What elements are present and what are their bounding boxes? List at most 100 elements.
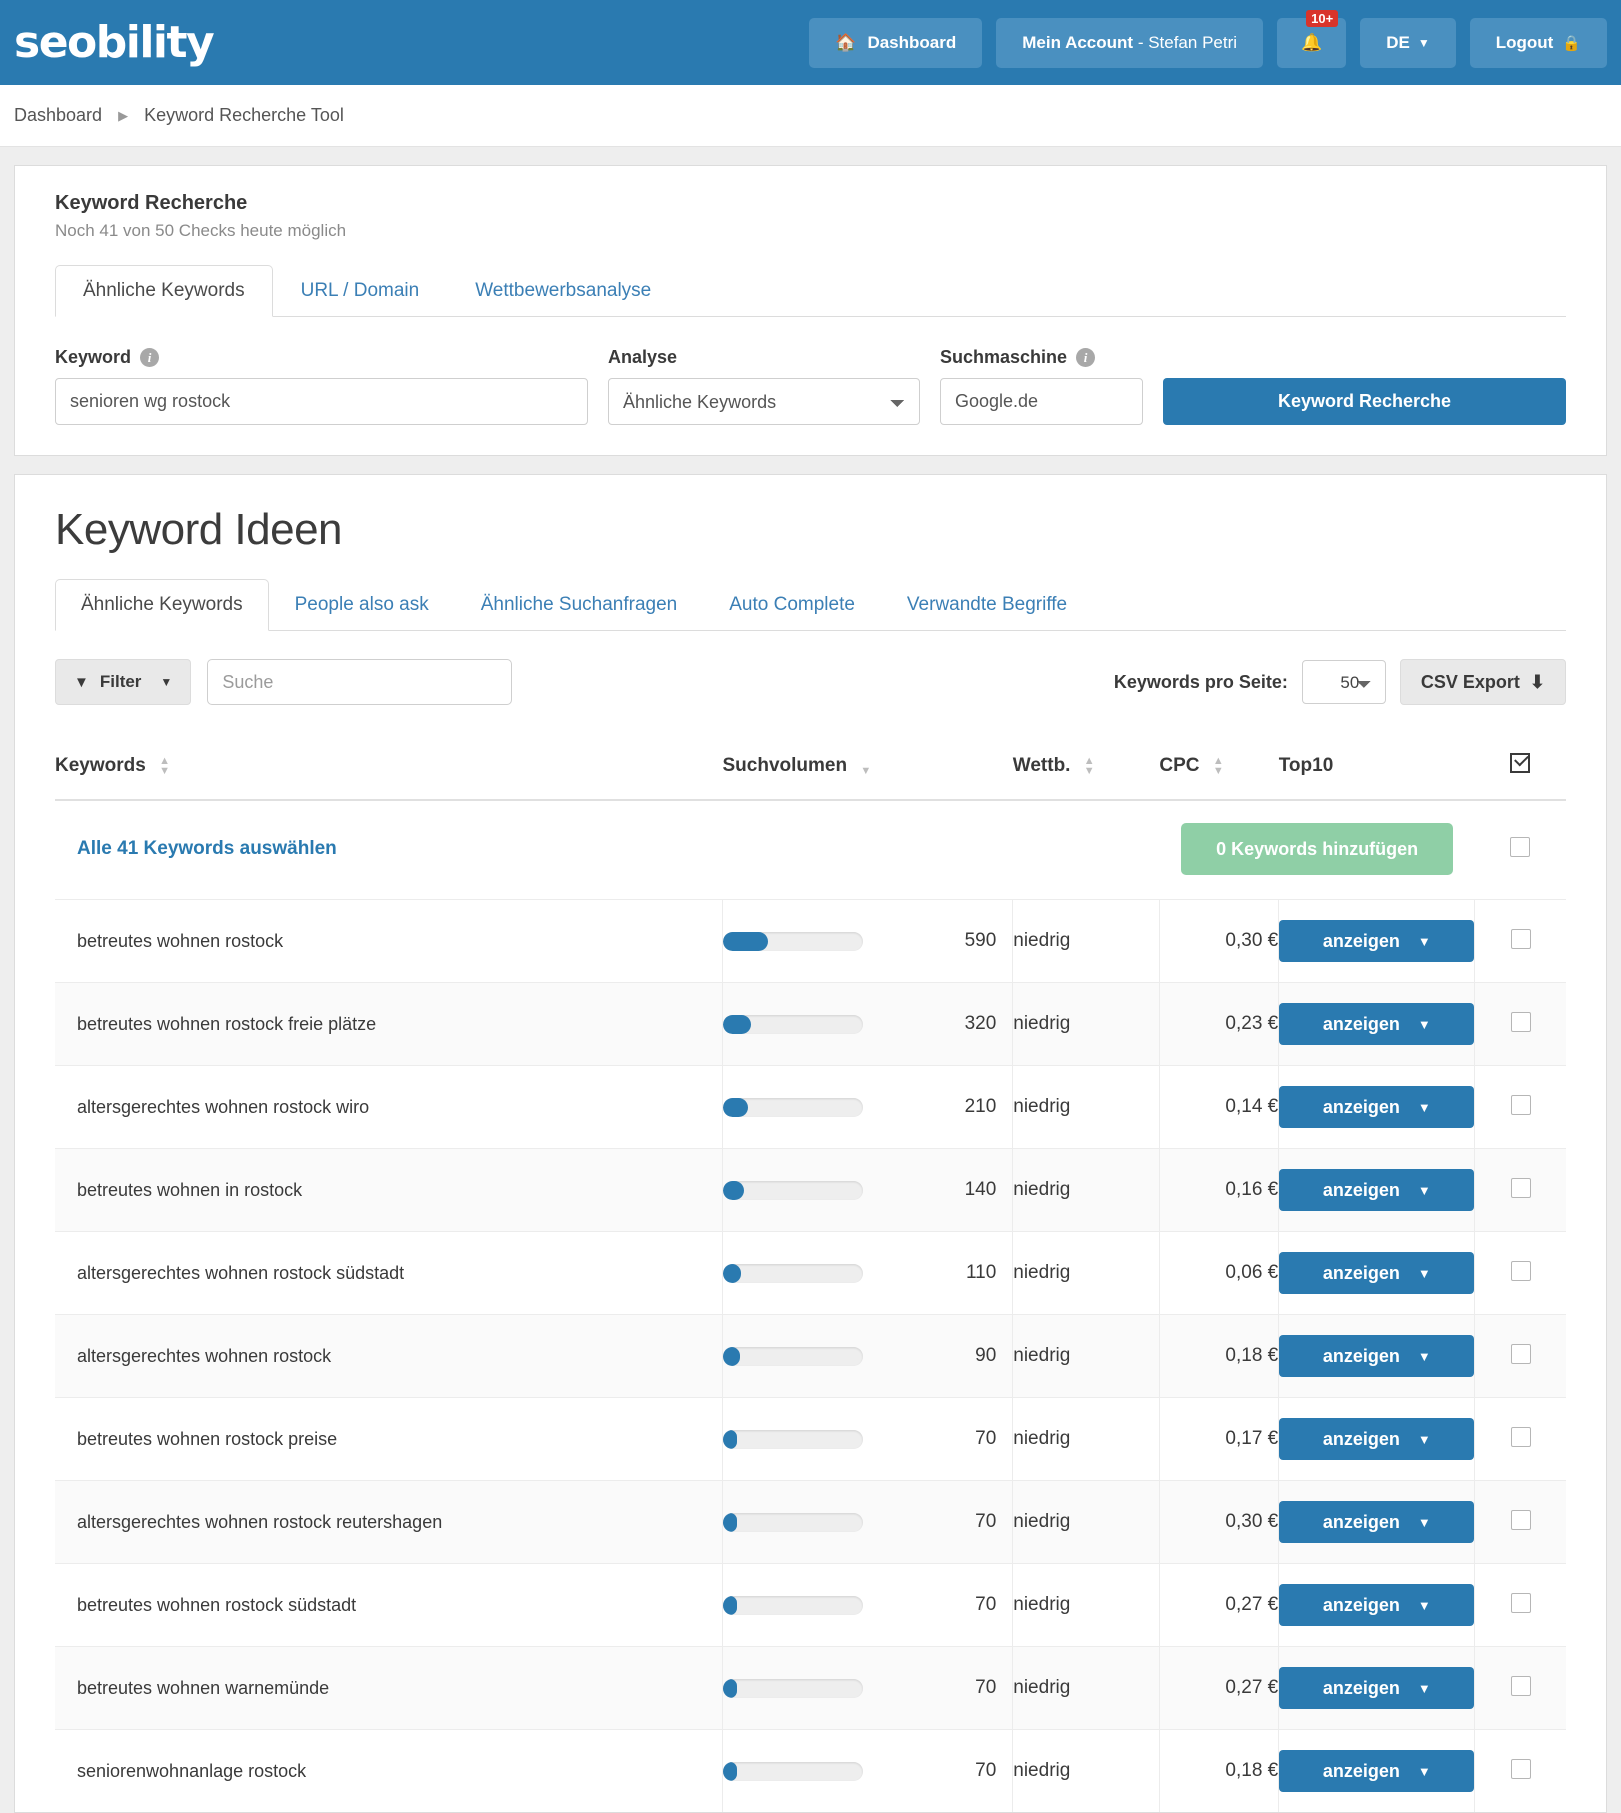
- volume-bar-track: [723, 1346, 863, 1366]
- anzeigen-button[interactable]: anzeigen ▼: [1279, 1418, 1475, 1460]
- ideas-tabs: Ähnliche Keywords People also ask Ähnlic…: [55, 579, 1566, 631]
- anzeigen-button[interactable]: anzeigen ▼: [1279, 1667, 1475, 1709]
- anzeigen-button[interactable]: anzeigen ▼: [1279, 920, 1475, 962]
- chevron-down-icon: ▼: [1417, 1099, 1431, 1115]
- volume-bar-track: [723, 1429, 863, 1449]
- table-search-input[interactable]: [207, 659, 513, 705]
- keyword-recherche-submit-button[interactable]: Keyword Recherche: [1163, 378, 1566, 425]
- add-keywords-button[interactable]: 0 Keywords hinzufügen: [1181, 823, 1453, 875]
- tab-url-domain[interactable]: URL / Domain: [273, 265, 448, 316]
- cell-top10: anzeigen ▼: [1278, 1148, 1475, 1232]
- breadcrumb-dashboard-link[interactable]: Dashboard: [14, 105, 102, 126]
- tab-ideas-aehnliche-keywords[interactable]: Ähnliche Keywords: [55, 579, 269, 631]
- row-checkbox[interactable]: [1510, 1011, 1531, 1032]
- row-checkbox[interactable]: [1510, 1177, 1531, 1198]
- col-wettb[interactable]: Wettb. ▲ ▼: [1012, 735, 1160, 801]
- breadcrumb: Dashboard ▶ Keyword Recherche Tool: [0, 85, 1621, 147]
- volume-bar-track: [723, 1678, 863, 1698]
- cell-top10: anzeigen ▼: [1278, 982, 1475, 1066]
- row-checkbox[interactable]: [1510, 1592, 1531, 1613]
- suchmaschine-label: Suchmaschine: [940, 347, 1068, 367]
- cell-cpc: 0,14 €: [1158, 1065, 1279, 1149]
- chevron-down-icon: ▼: [1417, 1597, 1431, 1613]
- anzeigen-button[interactable]: anzeigen ▼: [1279, 1003, 1475, 1045]
- suchmaschine-input[interactable]: [940, 378, 1143, 425]
- cell-top10: anzeigen ▼: [1278, 899, 1475, 983]
- volume-value: 110: [965, 1262, 997, 1283]
- tab-aehnliche-keywords[interactable]: Ähnliche Keywords: [55, 265, 273, 317]
- anzeigen-button[interactable]: anzeigen ▼: [1279, 1169, 1475, 1211]
- row-checkbox[interactable]: [1510, 1260, 1531, 1281]
- volume-bar-track: [723, 1761, 863, 1781]
- suchmaschine-label-row: Suchmaschine i: [940, 347, 1143, 368]
- cell-suchvolumen: 140: [721, 1148, 1013, 1232]
- anzeigen-button[interactable]: anzeigen ▼: [1279, 1335, 1475, 1377]
- select-all-link[interactable]: Alle 41 Keywords auswählen: [55, 838, 337, 859]
- row-checkbox[interactable]: [1510, 1094, 1531, 1115]
- volume-bar-track: [723, 1595, 863, 1615]
- col-keywords[interactable]: Keywords ▲ ▼: [55, 735, 723, 801]
- row-checkbox[interactable]: [1510, 1758, 1531, 1779]
- chevron-down-icon: ▼: [1417, 1431, 1431, 1447]
- lock-icon: 🔒: [1562, 34, 1581, 52]
- select-all-checkbox-icon[interactable]: [1510, 753, 1531, 773]
- row-checkbox[interactable]: [1510, 1675, 1531, 1696]
- anzeigen-button[interactable]: anzeigen ▼: [1279, 1584, 1475, 1626]
- col-suchvolumen[interactable]: Suchvolumen ▲▼: [722, 735, 1013, 801]
- dashboard-button[interactable]: 🏠 Dashboard: [809, 17, 983, 68]
- chevron-down-icon: ▼: [1417, 1680, 1431, 1696]
- language-selector[interactable]: DE ▼: [1360, 17, 1456, 68]
- tab-ideas-aehnliche-suchanfragen[interactable]: Ähnliche Suchanfragen: [455, 579, 703, 630]
- tab-wettbewerbsanalyse[interactable]: Wettbewerbsanalyse: [447, 265, 679, 316]
- volume-bar-track: [723, 1097, 863, 1117]
- volume-cell: 70: [723, 1594, 1012, 1616]
- row-checkbox[interactable]: [1510, 1343, 1531, 1364]
- info-icon[interactable]: i: [140, 348, 160, 367]
- anzeigen-button[interactable]: anzeigen ▼: [1279, 1086, 1475, 1128]
- keywords-per-page-select[interactable]: 50: [1301, 660, 1386, 704]
- tab-ideas-auto-complete[interactable]: Auto Complete: [703, 579, 881, 630]
- checks-remaining-text: Noch 41 von 50 Checks heute möglich: [55, 221, 347, 240]
- anzeigen-button[interactable]: anzeigen ▼: [1279, 1750, 1475, 1792]
- volume-bar-track: [723, 1512, 863, 1532]
- anzeigen-label: anzeigen: [1322, 1511, 1400, 1532]
- anzeigen-button[interactable]: anzeigen ▼: [1279, 1501, 1475, 1543]
- search-mode-tabs: Ähnliche Keywords URL / Domain Wettbewer…: [55, 265, 1566, 317]
- logout-button[interactable]: Logout 🔒: [1469, 17, 1607, 68]
- notifications-button[interactable]: 🔔 10+: [1277, 9, 1347, 68]
- row-checkbox[interactable]: [1510, 1426, 1531, 1447]
- info-icon[interactable]: i: [1076, 348, 1096, 367]
- volume-bar-fill: [723, 1014, 751, 1034]
- account-button[interactable]: Mein Account - Stefan Petri: [996, 17, 1264, 68]
- csv-export-button[interactable]: CSV Export ⬇: [1399, 659, 1566, 705]
- volume-cell: 70: [723, 1511, 1012, 1533]
- table-row: betreutes wohnen rostock preise 70 niedrig…: [55, 1397, 1566, 1481]
- cell-suchvolumen: 90: [721, 1314, 1013, 1398]
- volume-value: 140: [964, 1179, 997, 1200]
- volume-bar-fill: [723, 1429, 737, 1449]
- col-cpc[interactable]: CPC ▲ ▼: [1159, 735, 1279, 801]
- select-all-checkbox-cell: [1475, 800, 1566, 900]
- volume-bar-fill: [723, 931, 768, 951]
- tab-ideas-people-also-ask[interactable]: People also ask: [269, 579, 455, 630]
- anzeigen-button[interactable]: anzeigen ▼: [1279, 1252, 1475, 1294]
- cell-row-select: [1474, 1231, 1566, 1315]
- sort-icon-desc-active[interactable]: ▲▼: [860, 756, 871, 776]
- volume-value: 320: [964, 1013, 997, 1034]
- keyword-input[interactable]: [55, 378, 588, 425]
- cell-row-select: [1474, 1065, 1566, 1149]
- cell-keyword: altersgerechtes wohnen rostock: [55, 1314, 723, 1398]
- table-row: betreutes wohnen rostock 590 niedrig 0,30 €…: [55, 899, 1566, 983]
- select-all-row-checkbox[interactable]: [1510, 836, 1531, 857]
- add-keywords-cell: 0 Keywords hinzufügen: [1159, 800, 1475, 900]
- row-checkbox[interactable]: [1510, 928, 1531, 949]
- sort-icon[interactable]: ▲ ▼: [1084, 755, 1095, 776]
- tab-ideas-verwandte-begriffe[interactable]: Verwandte Begriffe: [881, 579, 1093, 630]
- sort-icon[interactable]: ▲ ▼: [1213, 755, 1224, 776]
- filter-button[interactable]: ▼ Filter ▼: [55, 659, 192, 705]
- seobility-logo[interactable]: seobility: [0, 20, 215, 65]
- row-checkbox[interactable]: [1510, 1509, 1531, 1530]
- table-toolbar: ▼ Filter ▼ Keywords pro Seite: 50 CSV Ex…: [55, 659, 1566, 705]
- sort-icon[interactable]: ▲ ▼: [159, 755, 170, 776]
- analyse-select[interactable]: Ähnliche Keywords: [608, 378, 920, 425]
